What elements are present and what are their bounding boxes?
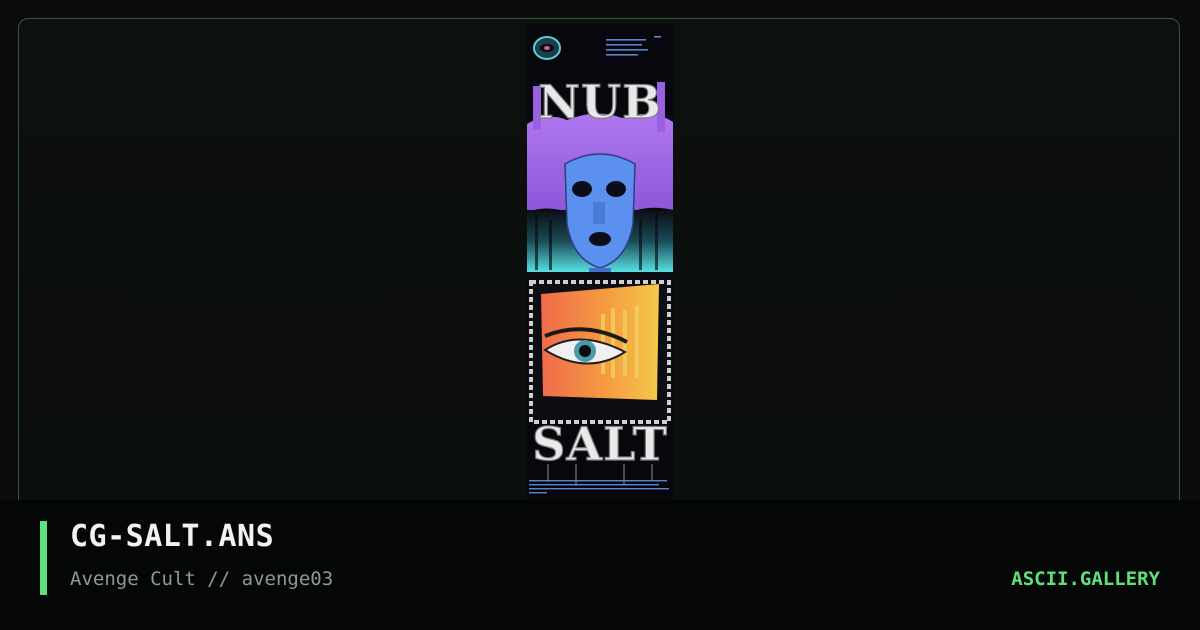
logo-top-text: NUB bbox=[538, 75, 662, 129]
group-name: Avenge Cult bbox=[70, 568, 196, 590]
skull-badge-icon bbox=[533, 36, 561, 60]
accent-bar bbox=[40, 521, 47, 595]
logo-bottom-text: SALT bbox=[532, 417, 668, 471]
artwork-credits: Avenge Cult // avenge03 bbox=[70, 568, 333, 590]
ansi-artwork-graphic: NUB SALT bbox=[527, 36, 673, 494]
eye-panel-icon bbox=[529, 280, 671, 424]
credits-separator: // bbox=[207, 568, 231, 590]
site-brand-link[interactable]: ASCII.GALLERY bbox=[1011, 568, 1160, 590]
nfo-text-bottom bbox=[529, 480, 669, 494]
author-name: avenge03 bbox=[241, 568, 334, 590]
ansi-artwork-image[interactable]: NUB SALT bbox=[527, 24, 673, 500]
nfo-text-top bbox=[606, 36, 661, 56]
artwork-title: CG-SALT.ANS bbox=[70, 519, 275, 554]
